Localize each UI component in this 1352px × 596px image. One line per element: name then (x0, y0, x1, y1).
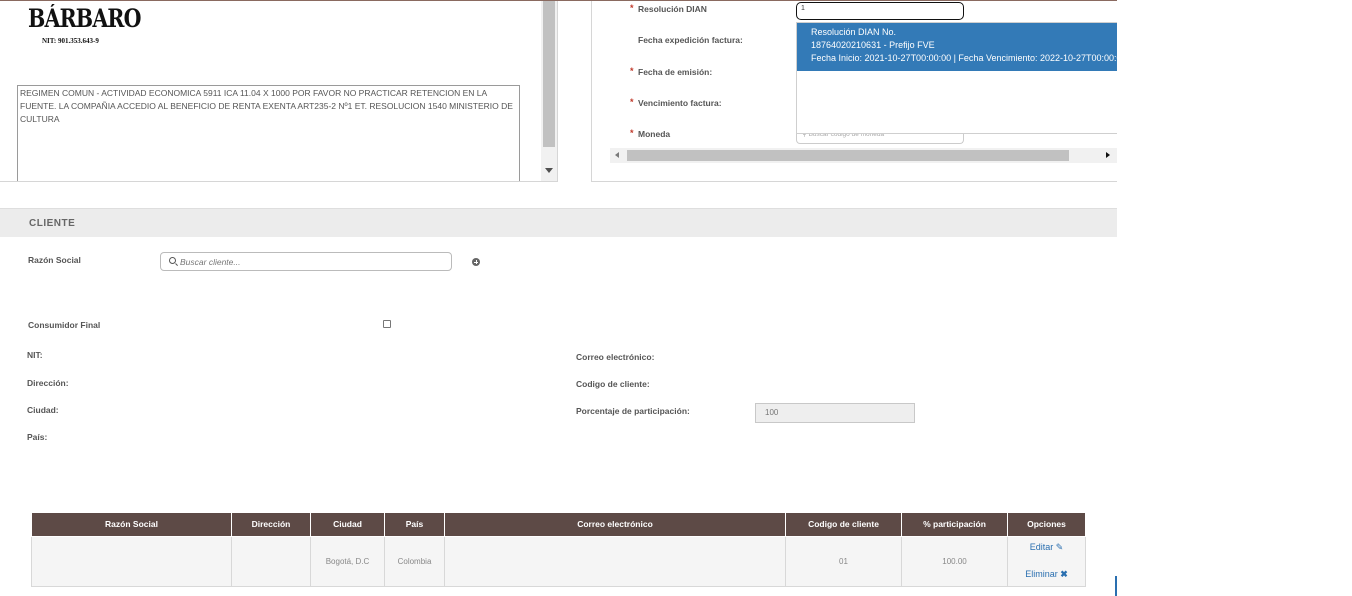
search-icon (169, 257, 176, 264)
table-header-row: Razón Social Dirección Ciudad País Corre… (31, 513, 1086, 537)
scroll-left-arrow-icon[interactable] (615, 152, 619, 158)
cell-ciudad: Bogotá, D.C (310, 535, 385, 587)
option-line-3: Fecha Inicio: 2021-10-27T00:00:00 | Fech… (811, 53, 1117, 63)
fecha-expedicion-label: Fecha expedición factura: (638, 35, 743, 45)
direccion-label: Dirección: (27, 378, 69, 388)
clients-table: Razón Social Dirección Ciudad País Corre… (31, 513, 1086, 587)
required-marker: * (630, 97, 634, 107)
ciudad-label: Ciudad: (27, 405, 59, 415)
client-search-input[interactable]: Buscar cliente... (160, 252, 452, 271)
col-codigo: Codigo de cliente (785, 513, 902, 537)
delete-link[interactable]: Eliminar ✖ (1008, 569, 1085, 580)
fecha-emision-label: Fecha de emisión: (638, 67, 713, 77)
porcentaje-label: Porcentaje de participación: (576, 406, 690, 416)
vertical-scrollbar[interactable] (541, 1, 557, 181)
required-marker: * (630, 128, 634, 138)
client-search-placeholder: Buscar cliente... (180, 257, 241, 267)
table-row: Bogotá, D.C Colombia 01 100.00 Editar ✎ … (31, 535, 1086, 587)
col-opciones: Opciones (1007, 513, 1086, 537)
col-direccion: Dirección (231, 513, 311, 537)
required-marker: * (630, 3, 634, 13)
porcentaje-input[interactable]: 100 (755, 403, 915, 423)
consumidor-final-checkbox[interactable] (383, 320, 391, 328)
consumidor-final-label: Consumidor Final (28, 320, 101, 330)
cell-pais: Colombia (384, 535, 445, 587)
col-participacion: % participación (901, 513, 1008, 537)
edit-icon: ✎ (1055, 542, 1064, 552)
col-pais: País (384, 513, 445, 537)
company-logo: BÁRBARO NIT: 901.353.643-9 (26, 4, 141, 46)
add-client-icon[interactable] (472, 258, 480, 266)
logo-nit-text: NIT: 901.353.643-9 (42, 37, 99, 45)
regimen-textarea[interactable]: REGIMEN COMUN - ACTIVIDAD ECONOMICA 5911… (17, 85, 520, 181)
cell-direccion (231, 535, 311, 587)
col-ciudad: Ciudad (310, 513, 385, 537)
resolucion-label: Resolución DIAN (638, 4, 707, 14)
nit-label: NIT: (27, 350, 43, 360)
scrollbar-thumb[interactable] (627, 150, 1069, 161)
close-icon: ✖ (1060, 569, 1068, 579)
edge-indicator (1115, 576, 1117, 596)
option-line-1: Resolución DIAN No. (811, 27, 897, 37)
invoice-page: BÁRBARO NIT: 901.353.643-9 REGIMEN COMUN… (0, 0, 1117, 596)
edit-link[interactable]: Editar ✎ (1008, 542, 1085, 553)
company-info-panel: BÁRBARO NIT: 901.353.643-9 REGIMEN COMUN… (0, 1, 558, 182)
cliente-section-header: CLIENTE (0, 208, 1117, 237)
dropdown-option-selected[interactable]: Resolución DIAN No. 18764020210631 - Pre… (797, 23, 1117, 71)
resolucion-dropdown[interactable]: Resolución DIAN No. 18764020210631 - Pre… (796, 22, 1117, 134)
scrollbar-thumb[interactable] (543, 1, 555, 147)
scroll-right-arrow-icon[interactable] (1106, 152, 1110, 158)
cell-participacion: 100.00 (901, 535, 1008, 587)
option-line-2: 18764020210631 - Prefijo FVE (811, 40, 935, 50)
scroll-down-arrow-icon[interactable] (545, 168, 553, 173)
vencimiento-label: Vencimiento factura: (638, 98, 722, 108)
edit-label: Editar (1029, 542, 1054, 552)
col-correo: Correo electrónico (444, 513, 786, 537)
razon-social-label: Razón Social (28, 255, 81, 265)
cell-razon-social (31, 535, 232, 587)
logo-brand-text: BÁRBARO (28, 4, 141, 33)
section-title: CLIENTE (29, 218, 76, 229)
delete-label: Eliminar (1025, 569, 1058, 579)
cell-correo (444, 535, 786, 587)
cell-opciones: Editar ✎ Eliminar ✖ (1007, 535, 1086, 587)
cell-codigo: 01 (785, 535, 902, 587)
resolucion-dian-input[interactable]: 1 (796, 2, 964, 20)
horizontal-scrollbar[interactable] (610, 148, 1117, 163)
col-razon-social: Razón Social (31, 513, 232, 537)
moneda-label: Moneda (638, 129, 671, 139)
invoice-details-panel: * Resolución DIAN Fecha expedición factu… (591, 1, 1117, 182)
correo-label: Correo electrónico: (576, 352, 655, 362)
required-marker: * (630, 66, 634, 76)
codigo-cliente-label: Codigo de cliente: (576, 379, 650, 389)
pais-label: País: (27, 432, 48, 442)
